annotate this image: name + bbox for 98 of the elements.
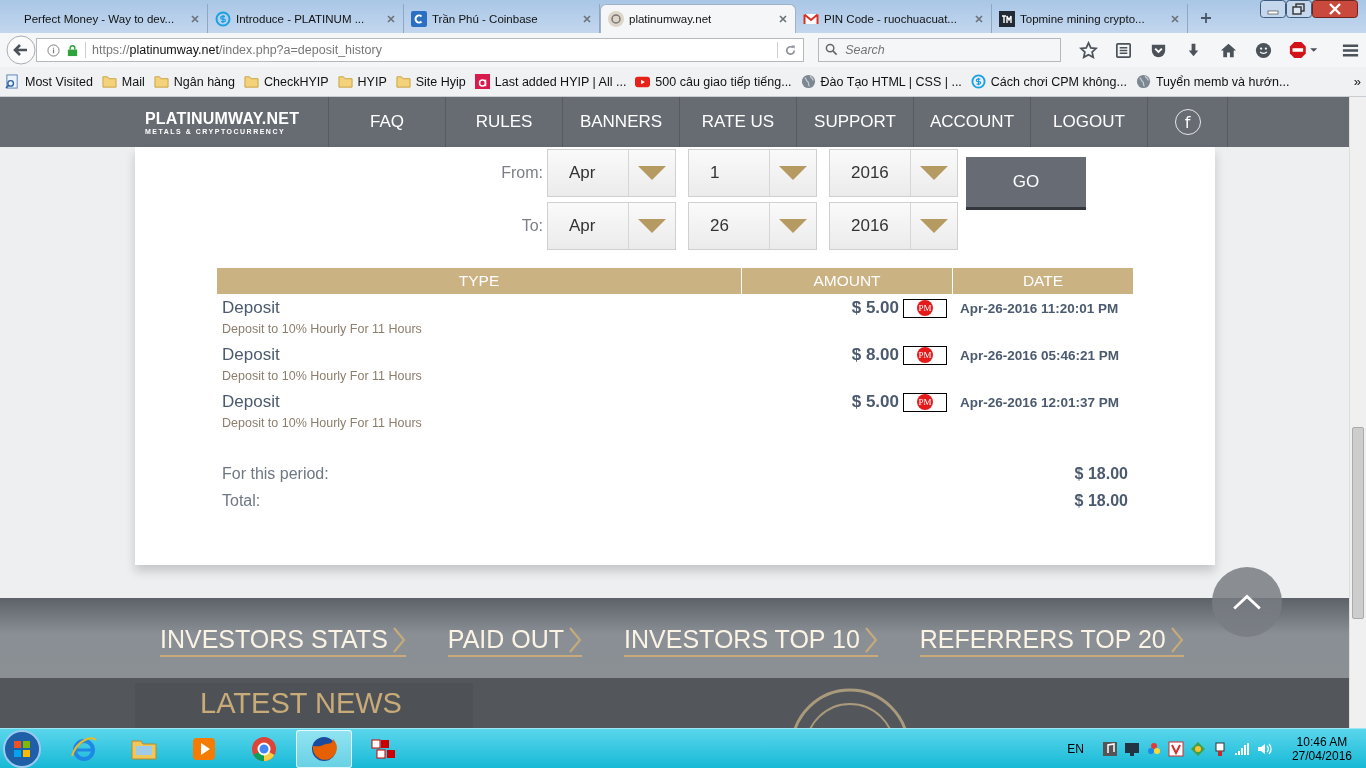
letter-a-icon [474, 74, 490, 89]
bookmark-item[interactable]: Mail [101, 74, 145, 89]
bookmark-item[interactable]: Đào Tạo HTML | CSS | ... [800, 74, 962, 89]
flower-icon[interactable] [1145, 740, 1162, 757]
folder-icon [153, 74, 169, 89]
globe-icon [1135, 74, 1151, 89]
bookmarks-overflow[interactable]: » [1353, 74, 1361, 89]
clock-time: 10:46 AM [1296, 734, 1348, 749]
date-dropdown[interactable]: 1 [688, 149, 817, 197]
caret-icon [920, 219, 948, 233]
magnifier-page-icon [5, 74, 20, 89]
smiley-icon[interactable] [1254, 40, 1273, 60]
bookmark-item[interactable]: 500 câu giao tiếp tiếng... [635, 74, 792, 89]
minimize-icon[interactable] [1260, 0, 1286, 18]
transaction-type: Deposit [222, 392, 281, 412]
bookmark-item[interactable]: Most Visited [5, 74, 93, 89]
date-dropdown[interactable]: 2016 [829, 149, 958, 197]
caret-icon [920, 166, 948, 180]
news-heading: LATEST NEWS [200, 686, 402, 721]
url-text: https://platinumway.net/index.php?a=deposit_history [92, 43, 382, 57]
star-icon[interactable] [1079, 40, 1098, 60]
bookmark-item[interactable]: Ngân hàng [153, 74, 235, 89]
restore-icon[interactable] [1286, 0, 1312, 18]
date-range-label: To: [520, 217, 543, 235]
transaction-description: Deposit to 10% Hourly For 11 Hours [222, 369, 423, 383]
folder-icon [337, 74, 353, 89]
caret-icon [638, 219, 666, 233]
folder-icon [243, 74, 259, 89]
chevron-icon [1169, 625, 1184, 654]
bookmark-item[interactable]: Tuyển memb và hướn... [1135, 74, 1290, 89]
caret-icon [779, 219, 807, 233]
search-field[interactable]: Search [818, 38, 1061, 62]
browser-tab[interactable]: platinumway.net [600, 4, 796, 33]
language-indicator[interactable]: EN [1067, 741, 1084, 756]
taskbar-app[interactable] [296, 729, 352, 768]
square-logo-icon [999, 10, 1015, 27]
reading-list-icon[interactable] [1114, 40, 1133, 60]
amount-cell: $ 5.00 [851, 392, 899, 412]
go-button[interactable]: GO [966, 157, 1086, 210]
info-icon[interactable] [47, 43, 60, 57]
transaction-description: Deposit to 10% Hourly For 11 Hours [222, 322, 423, 336]
date-cell-text: Apr-26-2016 11:20:01 PM [960, 300, 1120, 316]
bookmark-item[interactable]: HYIP [337, 74, 387, 89]
monitor-icon[interactable] [1123, 740, 1140, 757]
adblock-icon[interactable] [1289, 41, 1319, 59]
scrollbar-thumb[interactable] [1352, 427, 1364, 619]
reload-icon[interactable] [784, 43, 798, 57]
round-logo-icon [608, 11, 624, 27]
globe-icon [800, 74, 816, 89]
payment-method-badge: PM [903, 392, 947, 412]
clock-date: 27/04/2016 [1291, 748, 1352, 763]
column-header: AMOUNT [741, 268, 952, 294]
transaction-description: Deposit to 10% Hourly For 11 Hours [222, 416, 423, 430]
bookmark-item[interactable]: CheckHYIP [243, 74, 329, 89]
date-dropdown[interactable]: 2016 [829, 202, 958, 250]
close-icon[interactable] [1312, 0, 1358, 18]
letter-c-icon [411, 10, 427, 27]
video-play-icon [635, 74, 651, 89]
transaction-type: Deposit [222, 345, 281, 365]
caret-icon [638, 166, 666, 180]
date-dropdown[interactable]: Apr [547, 202, 676, 250]
address-field[interactable]: https://platinumway.net/index.php?a=deposit_history [36, 38, 805, 62]
date-cell-text: Apr-26-2016 12:01:37 PM [960, 394, 1121, 410]
summary-value: $ 18.00 [1074, 464, 1128, 483]
folder-icon [395, 74, 411, 89]
date-dropdown[interactable]: Apr [547, 149, 676, 197]
dollar-circle-icon [215, 10, 231, 27]
start-button[interactable] [2, 728, 42, 768]
close-icon[interactable] [778, 14, 788, 24]
column-header: DATE [952, 268, 1133, 294]
folder-icon [101, 74, 117, 89]
search-icon [825, 43, 839, 56]
clock[interactable]: 10:46 AM 27/04/2016 [1291, 734, 1352, 763]
chevron-icon [391, 625, 406, 654]
caret-icon [779, 166, 807, 180]
bookmark-item[interactable]: Last added HYIP | All ... [474, 74, 627, 89]
chevron-up-icon [1231, 593, 1263, 611]
transaction-type: Deposit [222, 298, 281, 318]
date-range-label: From: [500, 164, 543, 182]
amount-cell: $ 5.00 [851, 298, 899, 318]
column-header: TYPE [457, 271, 501, 291]
bookmark-item[interactable]: Site Hyip [395, 74, 466, 89]
summary-label: Total: [222, 491, 261, 510]
summary-value: $ 18.00 [1074, 491, 1128, 510]
date-cell-text: Apr-26-2016 05:46:21 PM [960, 347, 1121, 363]
bookmark-item[interactable]: Cách chơi CPM không... [970, 74, 1127, 89]
dollar-circle-icon [970, 74, 986, 89]
scrollbar[interactable] [1349, 97, 1366, 728]
chevron-icon [568, 625, 583, 654]
date-dropdown[interactable]: 26 [688, 202, 817, 250]
new-tab-icon[interactable] [1200, 12, 1212, 24]
padlock-icon [66, 43, 79, 57]
letter-v-icon[interactable] [1167, 740, 1184, 757]
chevron-icon [863, 625, 878, 654]
payment-method-badge: PM [903, 345, 947, 365]
payment-method-badge: PM [903, 298, 947, 318]
summary-label: For this period: [222, 464, 329, 483]
amount-cell: $ 8.00 [851, 345, 899, 365]
